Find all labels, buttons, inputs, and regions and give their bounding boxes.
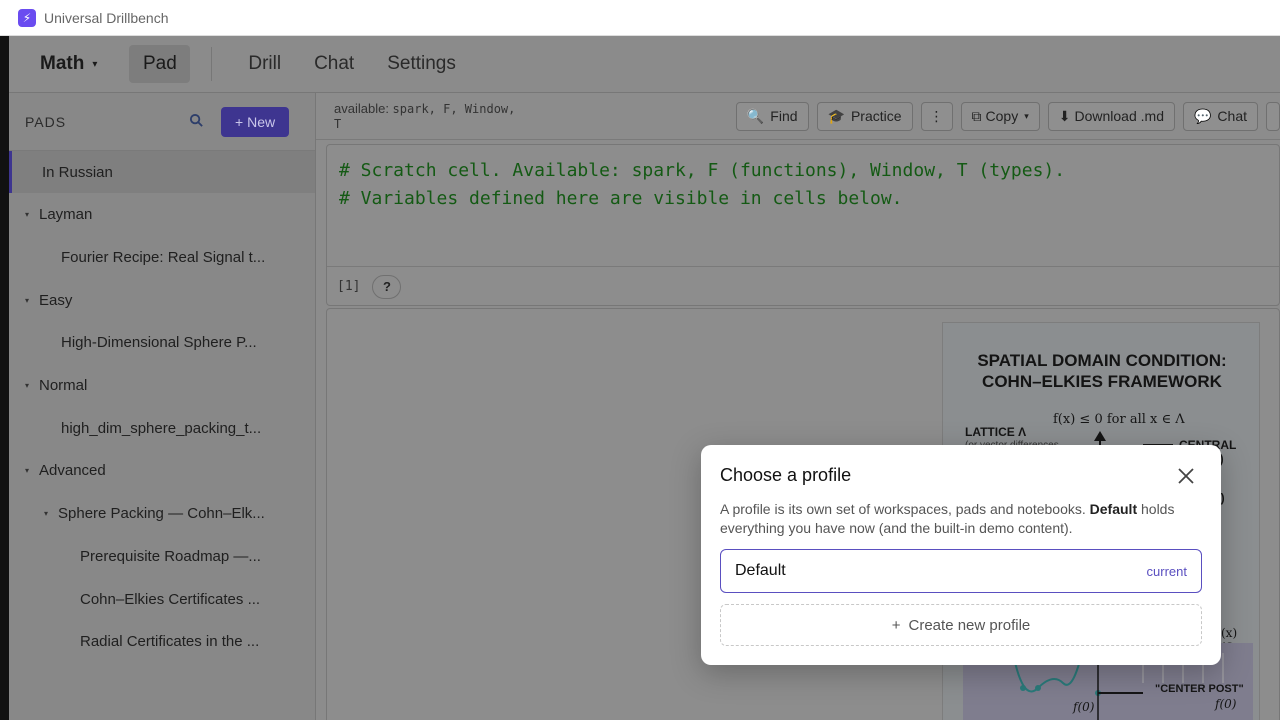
copy-button[interactable]: ⧉ Copy ▾: [960, 101, 1040, 131]
center-post-label: "CENTER POST": [1155, 683, 1244, 695]
sidebar-item-label: Cohn–Elkies Certificates ...: [80, 590, 261, 608]
sidebar-item[interactable]: Radial Certificates in the ...: [9, 621, 315, 663]
code-line: # Variables defined here are visible in …: [339, 188, 903, 209]
subject-label: Math: [40, 53, 85, 74]
f0-label-right: f(0): [1215, 697, 1237, 711]
lightning-icon: ⚡: [18, 8, 36, 27]
sidebar-header: PADS + New: [9, 93, 315, 151]
cell-footer: [1] ?: [327, 266, 1279, 306]
sidebar-item-label: Normal: [39, 377, 88, 394]
cell-index: [1]: [337, 279, 361, 294]
window-title: Universal Drillbench: [44, 9, 169, 26]
sidebar-item[interactable]: ▾ Advanced: [9, 450, 315, 492]
close-icon[interactable]: [1173, 463, 1199, 489]
f0-label-left: f(0): [1073, 700, 1095, 714]
sidebar-item-label: Advanced: [39, 462, 106, 480]
chevron-down-icon[interactable]: ▾: [20, 466, 34, 475]
sidebar-item[interactable]: ▾ Sphere Packing — Cohn–Elk...: [9, 493, 315, 535]
cell-help-button[interactable]: ?: [372, 274, 402, 299]
subject-selector[interactable]: Math ▾: [40, 53, 97, 75]
sidebar-item-label: Sphere Packing — Cohn–Elk...: [58, 505, 265, 523]
chevron-down-icon[interactable]: ▾: [20, 381, 34, 390]
sidebar-item[interactable]: ▾ Normal: [9, 365, 315, 407]
nav-drill-tab[interactable]: Drill: [248, 53, 281, 75]
top-nav: Math ▾ Pad Drill Chat Settings: [9, 36, 1280, 93]
title-bar: ⚡ Universal Drillbench: [0, 0, 1280, 36]
code-cell[interactable]: # Scratch cell. Available: spark, F (fun…: [326, 144, 1280, 306]
profile-name: Default: [735, 562, 786, 579]
graduation-cap-icon: 🎓: [827, 107, 845, 124]
toolbar-overflow-button[interactable]: [1266, 101, 1280, 131]
copy-icon: ⧉: [971, 107, 982, 124]
new-pad-button[interactable]: + New: [221, 106, 290, 137]
nav-pad-tab[interactable]: Pad: [129, 45, 191, 83]
fx-label: (x): [1221, 626, 1238, 640]
chat-bubble-icon: 💬: [1193, 107, 1212, 124]
chat-button[interactable]: 💬 Chat: [1182, 101, 1258, 131]
sidebar-item-label: Radial Certificates in the ...: [80, 633, 260, 651]
find-button[interactable]: 🔍 Find: [735, 101, 809, 131]
code-editor[interactable]: # Scratch cell. Available: spark, F (fun…: [327, 145, 1279, 213]
figure-condition: f(x) ≤ 0 for all x ∈ Λ: [1053, 412, 1185, 427]
sidebar-item-label: Easy: [39, 291, 73, 309]
sidebar-item[interactable]: ▾ Layman: [9, 194, 315, 236]
sidebar-item[interactable]: Cohn–Elkies Certificates ...: [9, 578, 315, 620]
lattice-label: LATTICE Λ: [965, 425, 1027, 439]
chevron-down-icon[interactable]: ▾: [39, 509, 53, 518]
create-profile-button[interactable]: + Create new profile: [720, 604, 1202, 646]
nav-settings-tab[interactable]: Settings: [387, 53, 456, 75]
sidebar-item[interactable]: High-Dimensional Sphere P...: [9, 322, 315, 364]
figure-title: SPATIAL DOMAIN CONDITION: COHN–ELKIES FR…: [977, 351, 1227, 391]
nav-chat-tab[interactable]: Chat: [314, 53, 354, 75]
plus-icon: +: [891, 616, 901, 634]
sidebar-title: PADS: [25, 113, 67, 130]
code-line: # Scratch cell. Available: spark, F (fun…: [339, 160, 1066, 181]
chevron-down-icon: ▾: [92, 58, 98, 70]
download-md-button[interactable]: ⬇ Download .md: [1047, 101, 1175, 131]
sidebar-item-label: In Russian: [42, 163, 113, 181]
available-vars-text: available: spark, F, Window, T: [334, 101, 516, 131]
sidebar-item-label: High-Dimensional Sphere P...: [61, 334, 257, 352]
sidebar-item[interactable]: high_dim_sphere_packing_t...: [9, 407, 315, 449]
sidebar-item-label: high_dim_sphere_packing_t...: [61, 419, 262, 437]
dialog-title: Choose a profile: [720, 465, 852, 485]
sidebar-item[interactable]: ▾ Easy: [9, 279, 315, 321]
practice-button[interactable]: 🎓 Practice: [816, 101, 913, 131]
left-edge-strip: [0, 36, 9, 720]
download-icon: ⬇: [1058, 107, 1071, 124]
nav-divider: [211, 47, 213, 81]
create-profile-label: Create new profile: [908, 616, 1031, 634]
choose-profile-dialog: Choose a profile A profile is its own se…: [701, 445, 1221, 665]
chevron-down-icon[interactable]: ▾: [20, 296, 34, 305]
pads-sidebar: PADS + New In Russian ▾ Layman Fourier Reci…: [9, 93, 316, 720]
sidebar-item-label: Prerequisite Roadmap —...: [80, 547, 261, 565]
current-badge: current: [1146, 563, 1187, 579]
pad-toolbar: available: spark, F, Window, T 🔍 Find 🎓 Pr…: [316, 93, 1280, 140]
sidebar-item-label: Layman: [39, 206, 93, 224]
sidebar-item[interactable]: In Russian: [9, 151, 315, 193]
profile-option-default[interactable]: Default current: [720, 549, 1202, 593]
chevron-down-icon[interactable]: ▾: [20, 210, 34, 219]
search-icon[interactable]: [189, 113, 204, 131]
chevron-down-icon: ▾: [1024, 110, 1029, 121]
sidebar-item[interactable]: Fourier Recipe: Real Signal t...: [9, 236, 315, 278]
search-icon: 🔍: [746, 107, 765, 124]
sidebar-item-label: Fourier Recipe: Real Signal t...: [61, 248, 266, 266]
more-options-button[interactable]: ⋮: [920, 101, 953, 131]
sidebar-item[interactable]: Prerequisite Roadmap —...: [9, 535, 315, 577]
dialog-description: A profile is its own set of workspaces, …: [720, 501, 1175, 536]
